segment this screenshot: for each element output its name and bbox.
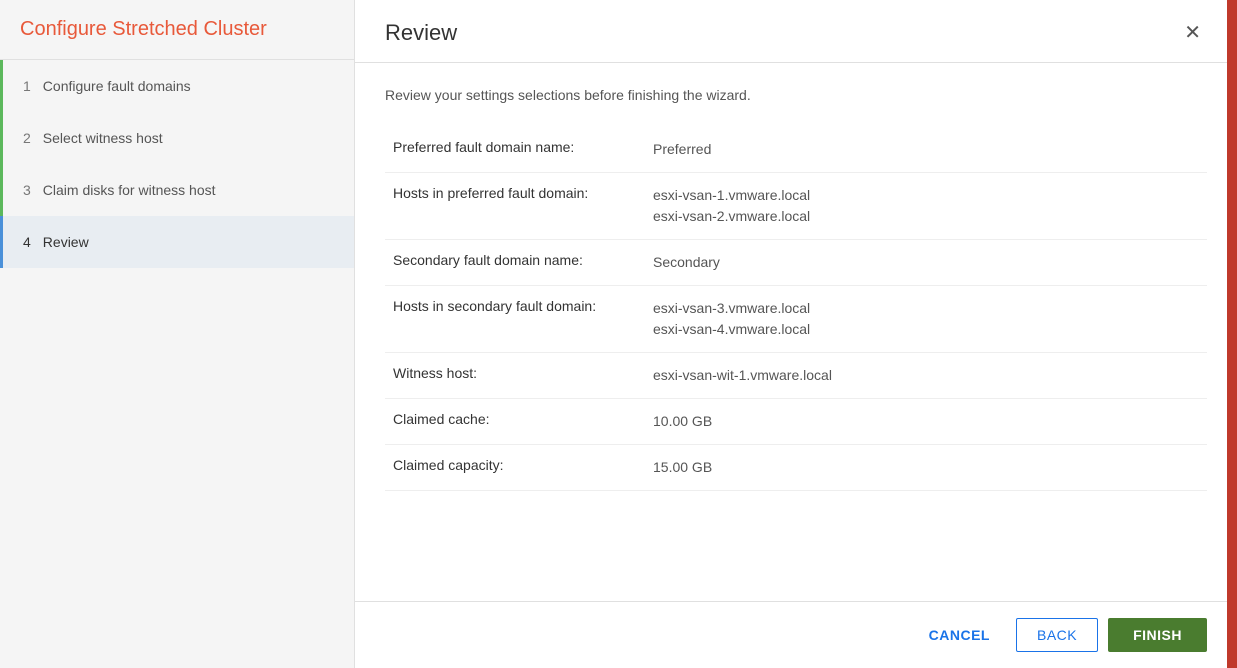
step-number: 4 [23, 234, 31, 250]
row-label: Claimed cache: [385, 399, 645, 445]
step-item-2: 2 Select witness host [0, 112, 354, 164]
finish-button[interactable]: FINISH [1108, 618, 1207, 652]
close-button[interactable]: ✕ [1178, 21, 1207, 45]
sidebar-title: Configure Stretched Cluster [0, 0, 354, 60]
back-button[interactable]: BACK [1016, 618, 1098, 652]
step-label: Configure fault domains [43, 78, 191, 94]
row-values: 10.00 GB [645, 399, 1207, 445]
step-item-4: 4 Review [0, 216, 354, 268]
row-label: Claimed capacity: [385, 445, 645, 491]
row-values: esxi-vsan-3.vmware.localesxi-vsan-4.vmwa… [645, 286, 1207, 353]
row-values: 15.00 GB [645, 445, 1207, 491]
cell-value: esxi-vsan-3.vmware.local [653, 298, 1199, 319]
right-accent-bar [1227, 0, 1237, 668]
content-body: Review your settings selections before f… [355, 63, 1237, 601]
cancel-button[interactable]: CANCEL [913, 619, 1006, 651]
table-row: Claimed cache: 10.00 GB [385, 399, 1207, 445]
cell-value: esxi-vsan-2.vmware.local [653, 206, 1199, 227]
row-values: Secondary [645, 240, 1207, 286]
table-row: Claimed capacity: 15.00 GB [385, 445, 1207, 491]
row-label: Preferred fault domain name: [385, 127, 645, 173]
step-number: 2 [23, 130, 31, 146]
cell-value: Secondary [653, 252, 1199, 273]
step-label: Select witness host [43, 130, 163, 146]
table-row: Witness host: esxi-vsan-wit-1.vmware.loc… [385, 353, 1207, 399]
cell-value: Preferred [653, 139, 1199, 160]
content-header: Review ✕ [355, 0, 1237, 63]
table-row: Hosts in preferred fault domain: esxi-vs… [385, 173, 1207, 240]
row-label: Witness host: [385, 353, 645, 399]
cell-value: esxi-vsan-4.vmware.local [653, 319, 1199, 340]
cell-value: esxi-vsan-wit-1.vmware.local [653, 365, 1199, 386]
row-label: Hosts in preferred fault domain: [385, 173, 645, 240]
footer: CANCEL BACK FINISH [355, 601, 1237, 668]
row-values: Preferred [645, 127, 1207, 173]
cell-value: 10.00 GB [653, 411, 1199, 432]
step-item-1: 1 Configure fault domains [0, 60, 354, 112]
sidebar: Configure Stretched Cluster 1 Configure … [0, 0, 355, 668]
cell-value: esxi-vsan-1.vmware.local [653, 185, 1199, 206]
step-number: 3 [23, 182, 31, 198]
step-item-3: 3 Claim disks for witness host [0, 164, 354, 216]
row-label: Secondary fault domain name: [385, 240, 645, 286]
steps-list: 1 Configure fault domains 2 Select witne… [0, 60, 354, 268]
subtitle: Review your settings selections before f… [385, 87, 1207, 103]
table-row: Secondary fault domain name: Secondary [385, 240, 1207, 286]
step-label: Review [43, 234, 89, 250]
table-row: Preferred fault domain name: Preferred [385, 127, 1207, 173]
cell-value: 15.00 GB [653, 457, 1199, 478]
main-content: Review ✕ Review your settings selections… [355, 0, 1237, 668]
step-label: Claim disks for witness host [43, 182, 216, 198]
row-values: esxi-vsan-wit-1.vmware.local [645, 353, 1207, 399]
review-table: Preferred fault domain name: Preferred H… [385, 127, 1207, 491]
table-row: Hosts in secondary fault domain: esxi-vs… [385, 286, 1207, 353]
row-values: esxi-vsan-1.vmware.localesxi-vsan-2.vmwa… [645, 173, 1207, 240]
page-title: Review [385, 20, 457, 46]
row-label: Hosts in secondary fault domain: [385, 286, 645, 353]
step-number: 1 [23, 78, 31, 94]
